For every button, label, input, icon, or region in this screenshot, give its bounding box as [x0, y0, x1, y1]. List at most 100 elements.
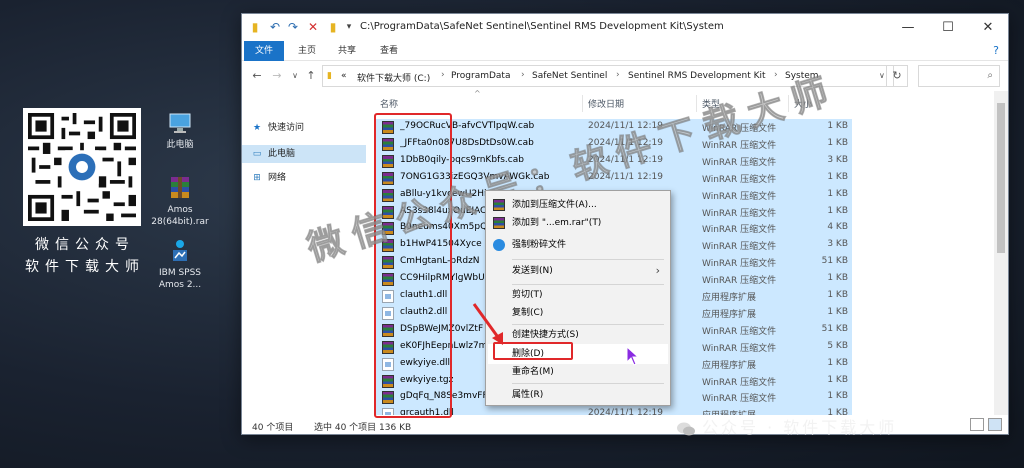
tab-home[interactable]: 主页 [290, 41, 324, 61]
file-size: 5 KB [827, 340, 848, 351]
spss-amos-icon [167, 238, 193, 264]
breadcrumb-overflow[interactable]: « [341, 71, 347, 81]
menu-label: 强制粉碎文件 [512, 240, 567, 250]
chevron-right-icon[interactable]: › [441, 70, 445, 80]
minimize-button[interactable]: — [888, 14, 928, 41]
file-size: 1 KB [827, 188, 848, 199]
file-size: 1 KB [827, 137, 848, 148]
tab-file[interactable]: 文件 [244, 41, 284, 61]
footer-watermark-text: 公众号 · 软件下载大师 [702, 418, 898, 437]
winrar-icon [167, 175, 193, 201]
breadcrumb-rms-kit[interactable]: Sentinel RMS Development Kit [628, 71, 766, 81]
large-icons-view-icon[interactable] [988, 418, 1002, 431]
desktop-icon-label: 此电脑 [166, 140, 194, 150]
redo-icon[interactable]: ↷ [286, 20, 300, 34]
qr-caption-line1: 微信公众号 [35, 237, 135, 253]
breadcrumb-drive[interactable]: 软件下载大师 (C:) [357, 71, 430, 84]
file-size: 51 KB [821, 256, 848, 267]
details-view-icon[interactable] [970, 418, 984, 431]
shield-icon [493, 239, 505, 251]
menu-item-send-to[interactable]: 发送到(N) › [488, 261, 668, 281]
search-input[interactable]: ⌕ [918, 65, 1000, 87]
network-icon: ⊞ [253, 173, 261, 183]
winrar-icon [493, 199, 505, 211]
menu-label: 创建快捷方式(S) [512, 330, 579, 340]
column-header-name[interactable]: 名称 [380, 97, 398, 110]
breadcrumb-programdata[interactable]: ProgramData [451, 71, 510, 81]
tab-view[interactable]: 查看 [372, 41, 406, 61]
wechat-icon [676, 421, 696, 437]
desktop-icon-this-pc[interactable]: 此电脑 [150, 110, 210, 151]
new-folder-icon[interactable]: ▮ [326, 20, 340, 34]
maximize-button[interactable]: ☐ [928, 14, 968, 41]
address-row: ← → ∨ ↑ ▮ « 软件下载大师 (C:) › ProgramData › … [242, 61, 1008, 91]
menu-item-properties[interactable]: 属性(R) [488, 385, 668, 405]
breadcrumb-safenet[interactable]: SafeNet Sentinel [532, 71, 607, 81]
window-title: C:\ProgramData\SafeNet Sentinel\Sentinel… [360, 21, 724, 32]
quick-access-dropdown-icon[interactable]: ▾ [342, 20, 356, 34]
chevron-right-icon[interactable]: › [521, 70, 525, 80]
title-bar: ▮ ↶ ↷ ✕ ▮ ▾ C:\ProgramData\SafeNet Senti… [242, 14, 1008, 41]
desktop-icon-amos-rar[interactable]: Amos 28(64bit).rar [150, 175, 210, 228]
file-type: WinRAR 压缩文件 [702, 157, 777, 168]
search-icon: ⌕ [987, 70, 993, 81]
annotation-arrow-icon [472, 303, 503, 345]
file-type: WinRAR 压缩文件 [702, 208, 777, 219]
menu-label: 添加到压缩文件(A)... [512, 200, 597, 210]
desktop-icon-spss-amos[interactable]: IBM SPSS Amos 2... [150, 238, 210, 291]
file-type: WinRAR 压缩文件 [702, 191, 777, 202]
nav-item-network[interactable]: ⊞ 网络 [250, 169, 286, 187]
qr-code-image [28, 113, 136, 221]
undo-icon[interactable]: ↶ [268, 20, 282, 34]
menu-label: 重命名(M) [512, 367, 554, 377]
file-size: 1 KB [827, 357, 848, 368]
desktop-icon-label: IBM SPSS Amos 2... [158, 268, 202, 290]
file-size: 1 KB [827, 171, 848, 182]
close-button[interactable]: ✕ [968, 14, 1008, 41]
menu-item-add-to-rar[interactable]: 添加到 "...em.rar"(T) [488, 213, 668, 233]
back-arrow-icon[interactable]: ← [250, 69, 264, 83]
scrollbar-thumb[interactable] [997, 103, 1005, 253]
menu-item-rename[interactable]: 重命名(M) [488, 362, 668, 382]
file-type: WinRAR 压缩文件 [702, 326, 777, 337]
nav-item-this-pc[interactable]: ▭ 此电脑 [242, 145, 366, 163]
sort-ascending-icon: ^ [474, 89, 481, 98]
status-selection: 选中 40 个项目 136 KB [314, 423, 412, 433]
menu-label: 剪切(T) [512, 290, 543, 300]
menu-label: 添加到 "...em.rar"(T) [512, 218, 602, 228]
vertical-scrollbar[interactable] [994, 91, 1008, 415]
recent-dropdown-icon[interactable]: ∨ [288, 69, 302, 83]
file-size: 1 KB [827, 391, 848, 402]
refresh-button[interactable]: ↻ [886, 65, 908, 87]
computer-icon [167, 110, 193, 136]
file-type: WinRAR 压缩文件 [702, 377, 777, 388]
annotation-highlight-box [374, 113, 452, 418]
menu-item-add-archive[interactable]: 添加到压缩文件(A)... [488, 195, 668, 215]
menu-item-force-shred[interactable]: 强制粉碎文件 [488, 235, 668, 255]
menu-label: 发送到(N) [512, 266, 553, 276]
nav-label: 网络 [268, 173, 287, 183]
ribbon-tabs: 文件 主页 共享 查看 ? [242, 41, 1008, 61]
delete-icon[interactable]: ✕ [306, 20, 320, 34]
chevron-right-icon: › [655, 264, 660, 277]
forward-arrow-icon[interactable]: → [270, 69, 284, 83]
menu-separator [512, 259, 664, 260]
folder-icon: ▮ [327, 71, 332, 81]
file-size: 1 KB [827, 273, 848, 284]
tab-share[interactable]: 共享 [330, 41, 364, 61]
nav-item-quick-access[interactable]: ★ 快速访问 [250, 119, 304, 137]
file-size: 3 KB [827, 239, 848, 250]
folder-icon: ▮ [251, 20, 259, 34]
column-header-date[interactable]: 修改日期 [588, 97, 624, 110]
up-arrow-icon[interactable]: ↑ [304, 69, 318, 83]
mouse-cursor-icon [626, 346, 640, 366]
address-dropdown-icon[interactable]: ∨ [879, 71, 885, 80]
file-type: 应用程序扩展 [702, 360, 757, 371]
file-type: WinRAR 压缩文件 [702, 394, 777, 405]
menu-item-copy[interactable]: 复制(C) [488, 303, 668, 323]
column-divider[interactable] [582, 95, 583, 112]
chevron-right-icon[interactable]: › [616, 70, 620, 80]
help-icon[interactable]: ? [986, 41, 1006, 61]
file-size: 1 KB [827, 306, 848, 317]
menu-item-cut[interactable]: 剪切(T) [488, 285, 668, 305]
